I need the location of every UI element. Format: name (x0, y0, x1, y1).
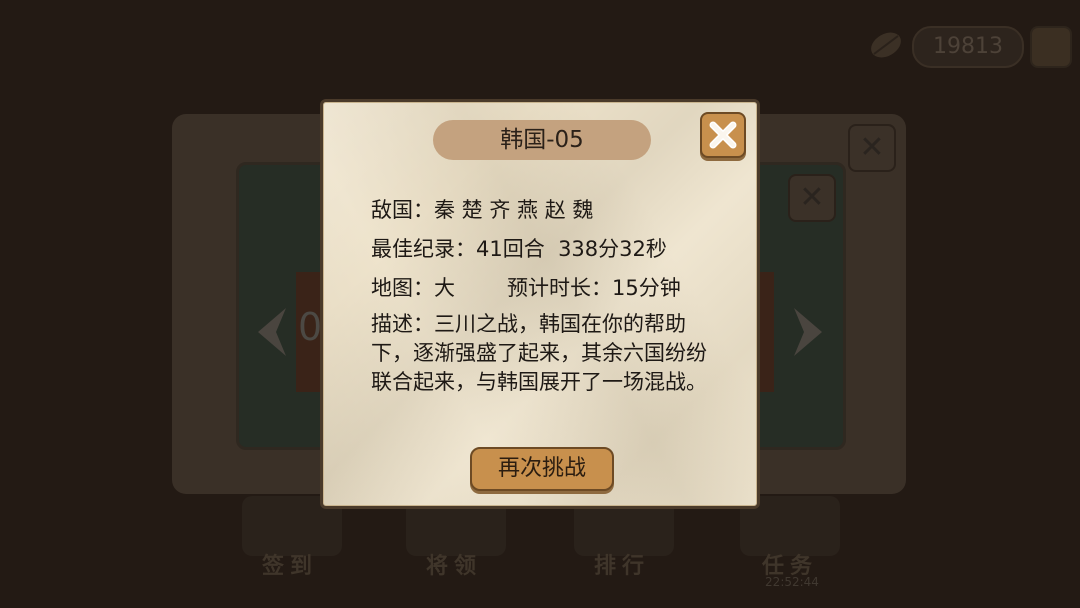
task-timer: 22:52:44 (765, 575, 819, 589)
coin-counter: 19813 (912, 26, 1024, 68)
enemy-list: 秦 楚 齐 燕 赵 魏 (434, 198, 594, 222)
description-block: 描述：三川之战，韩国在你的帮助下，逐渐强盛了起来，其余六国纷纷联合起来，与韩国展… (371, 310, 727, 397)
close-button[interactable] (700, 112, 746, 158)
menu-ranking-label: 排行 (593, 554, 650, 579)
left-arrow-icon[interactable] (252, 300, 288, 364)
map-duration-row: 地图：大 预计时长：15分钟 (371, 272, 681, 302)
duration-value: 15分钟 (612, 276, 681, 300)
menu-generals-label: 将领 (425, 554, 482, 579)
level-number: 0 (298, 305, 323, 349)
best-record-value: 41回合 338分32秒 (476, 237, 667, 261)
map-size-value: 大 (434, 276, 455, 300)
dialog-title: 韩国-05 (433, 120, 651, 160)
level-info-dialog: 韩国-05 敌国：秦 楚 齐 燕 赵 魏 最佳纪录：41回合 338分32秒 地… (320, 99, 760, 509)
duration-label: 预计时长： (507, 276, 612, 300)
map-label: 地图： (371, 276, 434, 300)
best-record-label: 最佳纪录： (371, 237, 476, 261)
close-icon (709, 121, 737, 149)
leaf-coin-icon (871, 32, 901, 58)
add-coins-icon[interactable] (1030, 26, 1072, 68)
right-arrow-icon[interactable] (792, 300, 828, 364)
card-close-icon[interactable]: ✕ (788, 174, 836, 222)
enemy-label: 敌国： (371, 198, 434, 222)
menu-checkin-label: 签到 (261, 554, 318, 579)
best-record-row: 最佳纪录：41回合 338分32秒 (371, 233, 667, 263)
enemy-countries-row: 敌国：秦 楚 齐 燕 赵 魏 (371, 194, 593, 224)
retry-challenge-button[interactable]: 再次挑战 (470, 447, 614, 491)
panel-close-icon[interactable]: ✕ (848, 124, 896, 172)
description-label: 描述： (371, 312, 434, 336)
